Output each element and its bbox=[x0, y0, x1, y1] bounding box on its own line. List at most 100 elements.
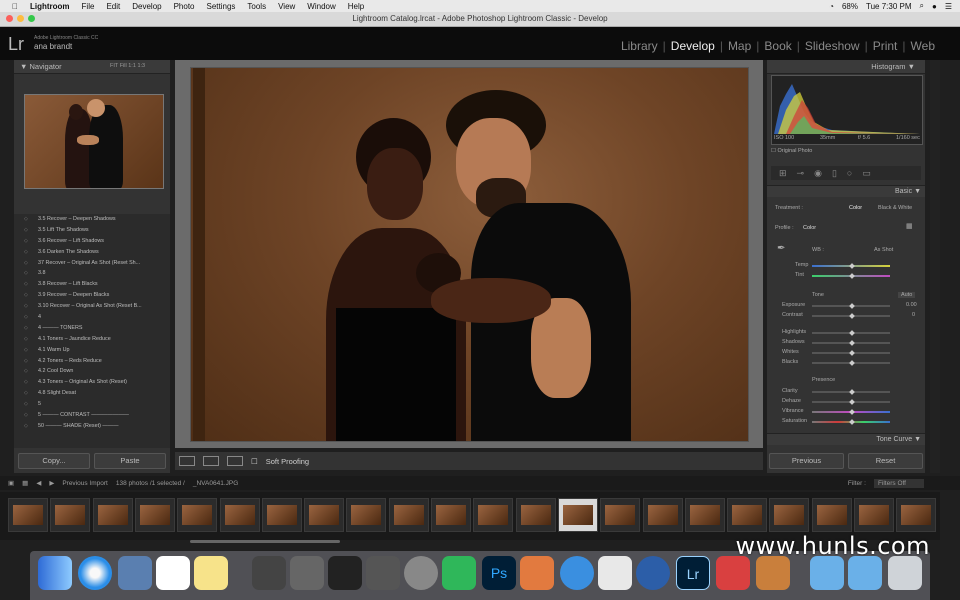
temp-slider[interactable] bbox=[812, 263, 890, 269]
graduated-filter-icon[interactable]: ▯ bbox=[832, 168, 837, 179]
history-step[interactable]: 5 bbox=[14, 399, 170, 410]
history-step[interactable]: 3.8 bbox=[14, 268, 170, 279]
back-arrow-icon[interactable]: ◀ bbox=[36, 479, 41, 487]
history-step[interactable]: 50 ——— SHADE (Reset) ——— bbox=[14, 421, 170, 432]
safari-icon[interactable] bbox=[78, 556, 112, 590]
history-step[interactable]: 4.8 Slight Desat bbox=[14, 388, 170, 399]
filmstrip-thumbnail[interactable] bbox=[50, 498, 91, 532]
filmstrip-thumbnail[interactable] bbox=[219, 498, 260, 532]
spotlight-icon[interactable]: ⌕ bbox=[920, 1, 924, 11]
profile-value[interactable]: Color bbox=[803, 225, 816, 231]
filmstrip-thumbnail[interactable] bbox=[727, 498, 768, 532]
history-step[interactable]: 3.8 Recover – Lift Blacks bbox=[14, 279, 170, 290]
app-store-icon[interactable] bbox=[442, 556, 476, 590]
preview-icon[interactable] bbox=[118, 556, 152, 590]
shadows-slider[interactable] bbox=[812, 340, 890, 346]
clarity-slider[interactable] bbox=[812, 389, 890, 395]
basic-header[interactable]: Basic ▼ bbox=[767, 185, 925, 197]
selected-filename[interactable]: _NVA0641.JPG bbox=[193, 480, 238, 487]
auto-button[interactable]: Auto bbox=[898, 292, 916, 298]
contrast-value[interactable]: 0 bbox=[912, 312, 915, 318]
battery-level[interactable]: 68% bbox=[842, 2, 858, 11]
history-step[interactable]: 4.3 Toners – Original As Shot (Reset) bbox=[14, 377, 170, 388]
menu-settings[interactable]: Settings bbox=[207, 2, 236, 11]
system-preferences-icon[interactable] bbox=[404, 556, 438, 590]
lightroom-dock-icon[interactable]: Lr bbox=[676, 556, 710, 590]
filmstrip-thumbnail[interactable] bbox=[431, 498, 471, 532]
original-photo-label[interactable]: ☐ Original Photo bbox=[771, 148, 812, 154]
navigator-header[interactable]: ▼ Navigator FIT Fill 1:1 1:3 bbox=[14, 60, 170, 74]
copy-button[interactable]: Copy... bbox=[18, 453, 90, 469]
messages-icon[interactable] bbox=[560, 556, 594, 590]
filmstrip-thumbnail[interactable] bbox=[854, 498, 894, 532]
zoom-1-1[interactable]: 1:1 bbox=[128, 63, 136, 69]
filmstrip-thumbnail[interactable] bbox=[177, 498, 218, 532]
filmstrip-thumbnail[interactable] bbox=[769, 498, 810, 532]
menu-window[interactable]: Window bbox=[307, 2, 335, 11]
history-step[interactable]: 4.2 Cool Down bbox=[14, 366, 170, 377]
red-eye-icon[interactable]: ◉ bbox=[814, 168, 822, 179]
filmstrip-scrollbar[interactable] bbox=[190, 540, 340, 543]
menu-view[interactable]: View bbox=[278, 2, 295, 11]
printer-icon[interactable] bbox=[252, 556, 286, 590]
apple-icon[interactable]:  bbox=[12, 2, 18, 11]
treatment-bw[interactable]: Black & White bbox=[878, 205, 912, 211]
history-step[interactable]: 3.6 Darken The Shadows bbox=[14, 247, 170, 258]
trash-icon[interactable] bbox=[888, 556, 922, 590]
history-step[interactable]: 3.5 Recover – Deepen Shadows bbox=[14, 214, 170, 225]
soft-proofing-checkbox[interactable]: ☐ bbox=[251, 457, 258, 466]
filmstrip-thumbnail[interactable] bbox=[642, 498, 683, 532]
notification-icon[interactable]: ☰ bbox=[945, 2, 952, 11]
reset-button[interactable]: Reset bbox=[848, 453, 923, 469]
filmstrip-thumbnail[interactable] bbox=[557, 498, 598, 532]
menu-help[interactable]: Help bbox=[348, 2, 364, 11]
histogram-header[interactable]: Histogram ▼ bbox=[767, 60, 925, 74]
blacks-slider[interactable] bbox=[812, 360, 890, 366]
history-step[interactable]: 4.2 Toners – Reds Reduce bbox=[14, 356, 170, 367]
menu-tools[interactable]: Tools bbox=[247, 2, 266, 11]
filmstrip-thumbnail[interactable] bbox=[388, 498, 429, 532]
grid-view-icon[interactable]: ▦ bbox=[22, 479, 28, 487]
white-balance-eyedropper-icon[interactable]: ✒ bbox=[777, 243, 785, 254]
wifi-icon[interactable]: ◔ bbox=[829, 2, 834, 11]
user-avatar-icon[interactable]: ● bbox=[932, 2, 937, 11]
menu-file[interactable]: File bbox=[82, 2, 95, 11]
history-step[interactable]: 37 Recover – Original As Shot (Reset Sh.… bbox=[14, 258, 170, 269]
filmstrip-thumbnail[interactable] bbox=[473, 498, 514, 532]
filmstrip-thumbnail[interactable] bbox=[896, 498, 937, 532]
zoom-fit[interactable]: FIT bbox=[110, 63, 118, 69]
filmstrip-thumbnail[interactable] bbox=[8, 498, 48, 532]
module-develop[interactable]: Develop bbox=[666, 39, 720, 53]
contrast-slider[interactable] bbox=[812, 313, 890, 319]
main-photo[interactable] bbox=[190, 67, 749, 442]
filmstrip-thumbnail[interactable] bbox=[346, 498, 387, 532]
filmstrip-thumbnail[interactable] bbox=[684, 498, 725, 532]
navigator-preview[interactable] bbox=[24, 94, 164, 189]
exposure-slider[interactable] bbox=[812, 303, 890, 309]
finder-icon[interactable] bbox=[38, 556, 72, 590]
history-step[interactable]: 5 ——— CONTRAST ——————— bbox=[14, 410, 170, 421]
textedit-icon[interactable] bbox=[598, 556, 632, 590]
spot-removal-icon[interactable]: ⊸ bbox=[797, 168, 805, 179]
close-window-icon[interactable] bbox=[6, 15, 13, 22]
right-panel-scrollbar[interactable] bbox=[930, 60, 940, 473]
radial-filter-icon[interactable]: ○ bbox=[847, 168, 852, 178]
filmstrip-thumbnail[interactable] bbox=[304, 498, 345, 532]
photoshop-icon[interactable]: Ps bbox=[482, 556, 516, 590]
module-library[interactable]: Library bbox=[616, 39, 663, 53]
menu-photo[interactable]: Photo bbox=[174, 2, 195, 11]
menu-edit[interactable]: Edit bbox=[106, 2, 120, 11]
treatment-color[interactable]: Color bbox=[849, 205, 862, 211]
filmstrip-thumbnail[interactable] bbox=[92, 498, 133, 532]
calendar-icon[interactable] bbox=[156, 556, 190, 590]
histogram[interactable]: ISO 100 35mm f/ 5.6 1/160 sec bbox=[771, 75, 923, 145]
history-step[interactable]: 3.5 Lift The Shadows bbox=[14, 225, 170, 236]
history-step[interactable]: 4 ——— TONERS bbox=[14, 323, 170, 334]
tint-slider[interactable] bbox=[812, 273, 890, 279]
paste-button[interactable]: Paste bbox=[94, 453, 166, 469]
highlights-slider[interactable] bbox=[812, 330, 890, 336]
history-step[interactable]: 4.1 Toners – Jaundice Reduce bbox=[14, 334, 170, 345]
zoom-window-icon[interactable] bbox=[28, 15, 35, 22]
profile-browser-icon[interactable]: ▦ bbox=[906, 222, 913, 230]
history-step[interactable]: 3.10 Recover – Original As Shot (Reset B… bbox=[14, 301, 170, 312]
